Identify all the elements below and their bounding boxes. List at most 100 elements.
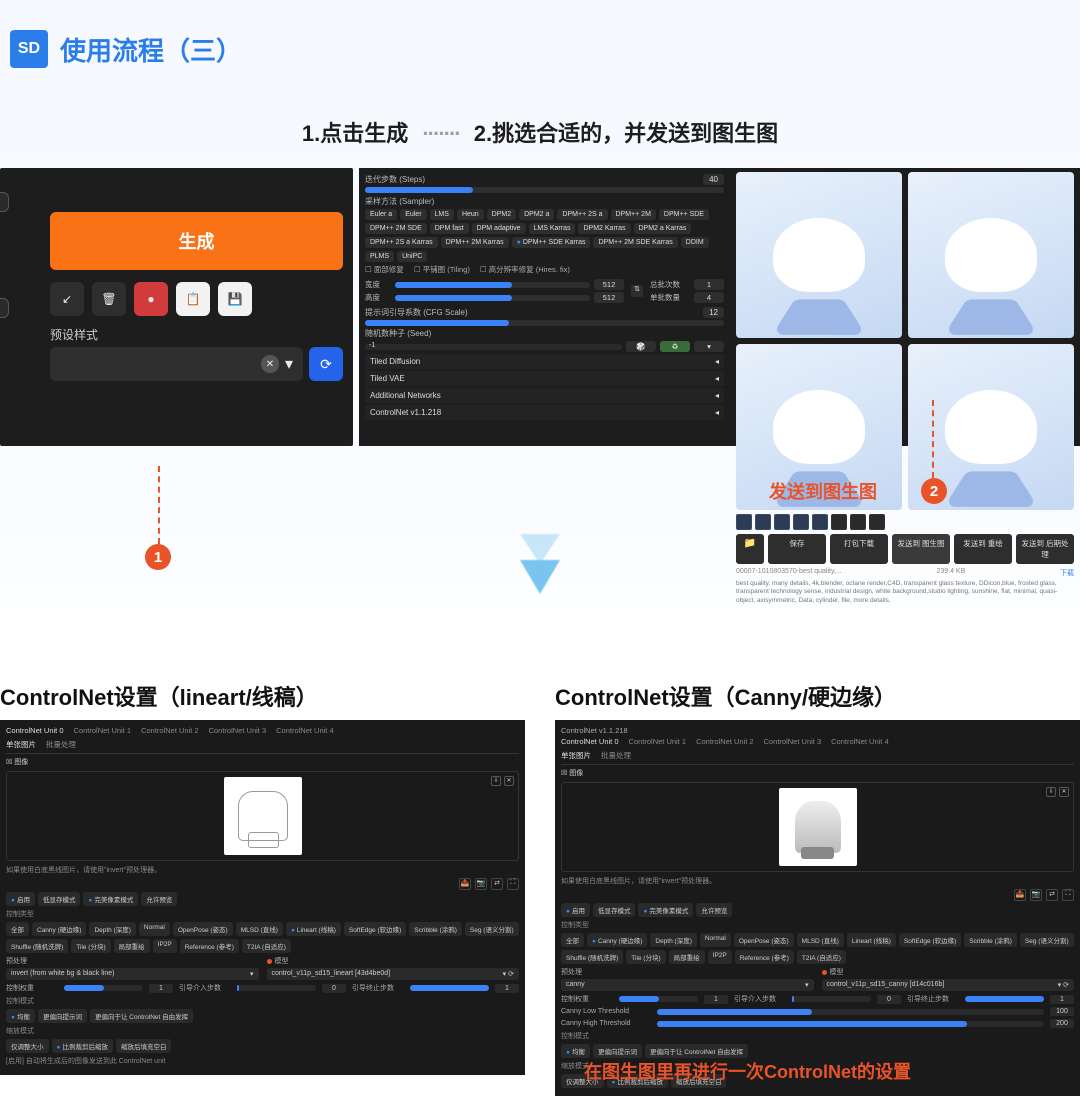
cn-pixelperfect-checkbox[interactable]: 完美像素模式 <box>83 892 138 906</box>
steps-value[interactable]: 40 <box>703 174 724 185</box>
cn-subtab-batch[interactable]: 批量处理 <box>46 739 76 750</box>
cn-mode[interactable]: 更偏向于让 ControlNet 自由发挥 <box>645 1044 748 1058</box>
cn-model-select[interactable]: control_v11p_sd15_canny [d14c016b]▾ ⟳ <box>822 979 1075 991</box>
height-slider[interactable] <box>395 295 590 301</box>
sampler-chip[interactable]: Euler a <box>365 209 397 220</box>
sampler-chip[interactable]: DPM2 a Karras <box>634 223 692 234</box>
cn-type[interactable]: 局部重绘 <box>114 939 150 953</box>
sampler-chip[interactable]: DDIM <box>681 237 709 248</box>
hires-checkbox[interactable]: ☐ 高分辨率修复 (Hires. fix) <box>480 264 570 275</box>
cn-tab-0[interactable]: ControlNet Unit 0 <box>6 726 64 735</box>
cn-type[interactable]: Lineart (线稿) <box>847 933 896 947</box>
download-icon[interactable]: ⇩ <box>1046 787 1056 797</box>
cn-type[interactable]: Tile (分块) <box>71 939 110 953</box>
cn-type[interactable]: Depth (深度) <box>650 933 696 947</box>
swap-icon[interactable]: ⇄ <box>1046 889 1058 901</box>
swap-icon[interactable]: ⇄ <box>491 878 503 890</box>
output-image-2[interactable] <box>908 172 1074 338</box>
sampler-chip[interactable]: Heun <box>457 209 484 220</box>
sampler-chip[interactable]: UniPC <box>397 251 427 262</box>
cn-type[interactable]: MLSD (直线) <box>797 933 844 947</box>
cn-type[interactable]: T2IA (自适应) <box>242 939 291 953</box>
cn-type[interactable]: Tile (分块) <box>626 950 665 964</box>
cn-pixelperfect-checkbox[interactable]: 完美像素模式 <box>638 903 693 917</box>
cn-subtab-batch[interactable]: 批量处理 <box>601 750 631 761</box>
cn-type[interactable]: Seg (语义分割) <box>1020 933 1074 947</box>
clipboard-icon[interactable]: 📋 <box>176 282 210 316</box>
sampler-chip[interactable]: DPM2 Karras <box>578 223 630 234</box>
thumb[interactable] <box>850 514 866 530</box>
cn-subtab-single[interactable]: 单张图片 <box>561 750 591 761</box>
webcam-icon[interactable]: 📷 <box>475 878 487 890</box>
cn-end-value[interactable]: 1 <box>495 984 519 993</box>
cn-start-value[interactable]: 0 <box>322 984 346 993</box>
cn-tab-0[interactable]: ControlNet Unit 0 <box>561 737 619 746</box>
cn-type[interactable]: 全部 <box>561 933 584 947</box>
sampler-chip[interactable]: DPM2 <box>487 209 516 220</box>
expand-icon[interactable]: ⛶ <box>507 878 519 890</box>
width-slider[interactable] <box>395 282 590 288</box>
canny-high-slider[interactable] <box>657 1021 1044 1027</box>
tiling-checkbox[interactable]: ☐ 平铺图 (Tiling) <box>414 264 470 275</box>
canny-high-value[interactable]: 200 <box>1050 1019 1074 1028</box>
batch-count-value[interactable]: 1 <box>694 279 724 290</box>
cn-type[interactable]: MLSD (直线) <box>236 922 283 936</box>
cn-mode[interactable]: 更偏向提示词 <box>593 1044 642 1058</box>
cn-enable-checkbox[interactable]: 启用 <box>561 903 590 917</box>
clear-icon[interactable]: ✕ <box>261 355 279 373</box>
cn-type[interactable]: Normal <box>700 933 731 947</box>
close-icon[interactable]: ✕ <box>1059 787 1069 797</box>
sampler-chip[interactable]: LMS Karras <box>529 223 576 234</box>
thumb[interactable] <box>812 514 828 530</box>
cn-tab-3[interactable]: ControlNet Unit 3 <box>209 726 267 735</box>
recycle-icon[interactable]: ♻ <box>660 341 690 352</box>
cn-type[interactable]: Canny (硬边缘) <box>32 922 86 936</box>
send-icon[interactable]: 📤 <box>459 878 471 890</box>
sampler-chip[interactable]: DPM++ 2M SDE Karras <box>593 237 677 248</box>
thumb[interactable] <box>736 514 752 530</box>
cn-tab-1[interactable]: ControlNet Unit 1 <box>629 737 687 746</box>
cn-type[interactable]: OpenPose (姿态) <box>734 933 794 947</box>
cn-type[interactable]: OpenPose (姿态) <box>173 922 233 936</box>
sampler-chip[interactable]: DPM2 a <box>519 209 554 220</box>
cn-type-selected[interactable]: Lineart (线稿) <box>286 922 341 936</box>
cn-resize[interactable]: 缩放后填充空白 <box>116 1039 172 1053</box>
swap-icon[interactable]: ⇅ <box>631 285 643 297</box>
cn-type[interactable]: Depth (深度) <box>89 922 135 936</box>
cn-tab-2[interactable]: ControlNet Unit 2 <box>141 726 199 735</box>
cfg-value[interactable]: 12 <box>703 307 724 318</box>
cn-type[interactable]: Scribble (涂鸦) <box>964 933 1017 947</box>
cn-type[interactable]: 全部 <box>6 922 29 936</box>
sampler-chip[interactable]: PLMS <box>365 251 394 262</box>
cn-weight-slider[interactable] <box>64 985 143 991</box>
sampler-chip[interactable]: DPM++ 2M <box>611 209 656 220</box>
cn-type[interactable]: Scribble (涂鸦) <box>409 922 462 936</box>
thumb[interactable] <box>869 514 885 530</box>
send-icon[interactable]: 📤 <box>1014 889 1026 901</box>
cn-start-slider[interactable] <box>792 996 871 1002</box>
cn-type[interactable]: T2IA (自适应) <box>797 950 846 964</box>
sampler-chip-selected[interactable]: DPM++ SDE Karras <box>512 237 591 248</box>
cn-model-select[interactable]: control_v11p_sd15_lineart [43d4be0d]▾ ⟳ <box>267 968 520 980</box>
cn-type[interactable]: Seg (语义分割) <box>465 922 519 936</box>
seed-input[interactable]: -1 <box>365 344 622 350</box>
cn-preview-checkbox[interactable]: 允许预览 <box>696 903 732 917</box>
download-link[interactable]: 下载 <box>1060 568 1074 578</box>
sampler-chip[interactable]: DPM++ SDE <box>659 209 709 220</box>
preset-select[interactable]: ✕ ▾ <box>50 347 303 381</box>
cfg-slider[interactable] <box>365 320 724 326</box>
extra-seed-toggle[interactable]: ▾ <box>694 341 724 352</box>
thumb[interactable] <box>774 514 790 530</box>
dice-icon[interactable]: 🎲 <box>626 341 656 352</box>
refresh-button[interactable]: ⟳ <box>309 347 343 381</box>
cn-start-slider[interactable] <box>237 985 316 991</box>
generate-button[interactable]: 生成 <box>50 212 343 270</box>
cn-preproc-select[interactable]: invert (from white bg & black line)▾ <box>6 968 259 980</box>
save-button[interactable]: 保存 <box>768 534 826 564</box>
cn-image-drop[interactable]: ⇩✕ <box>561 782 1074 872</box>
cn-resize[interactable]: 仅调整大小 <box>6 1039 49 1053</box>
cn-mode[interactable]: 均衡 <box>6 1009 35 1023</box>
cn-type[interactable]: IP2P <box>708 950 732 964</box>
cn-tab-3[interactable]: ControlNet Unit 3 <box>764 737 822 746</box>
cn-enable-checkbox[interactable]: 启用 <box>6 892 35 906</box>
